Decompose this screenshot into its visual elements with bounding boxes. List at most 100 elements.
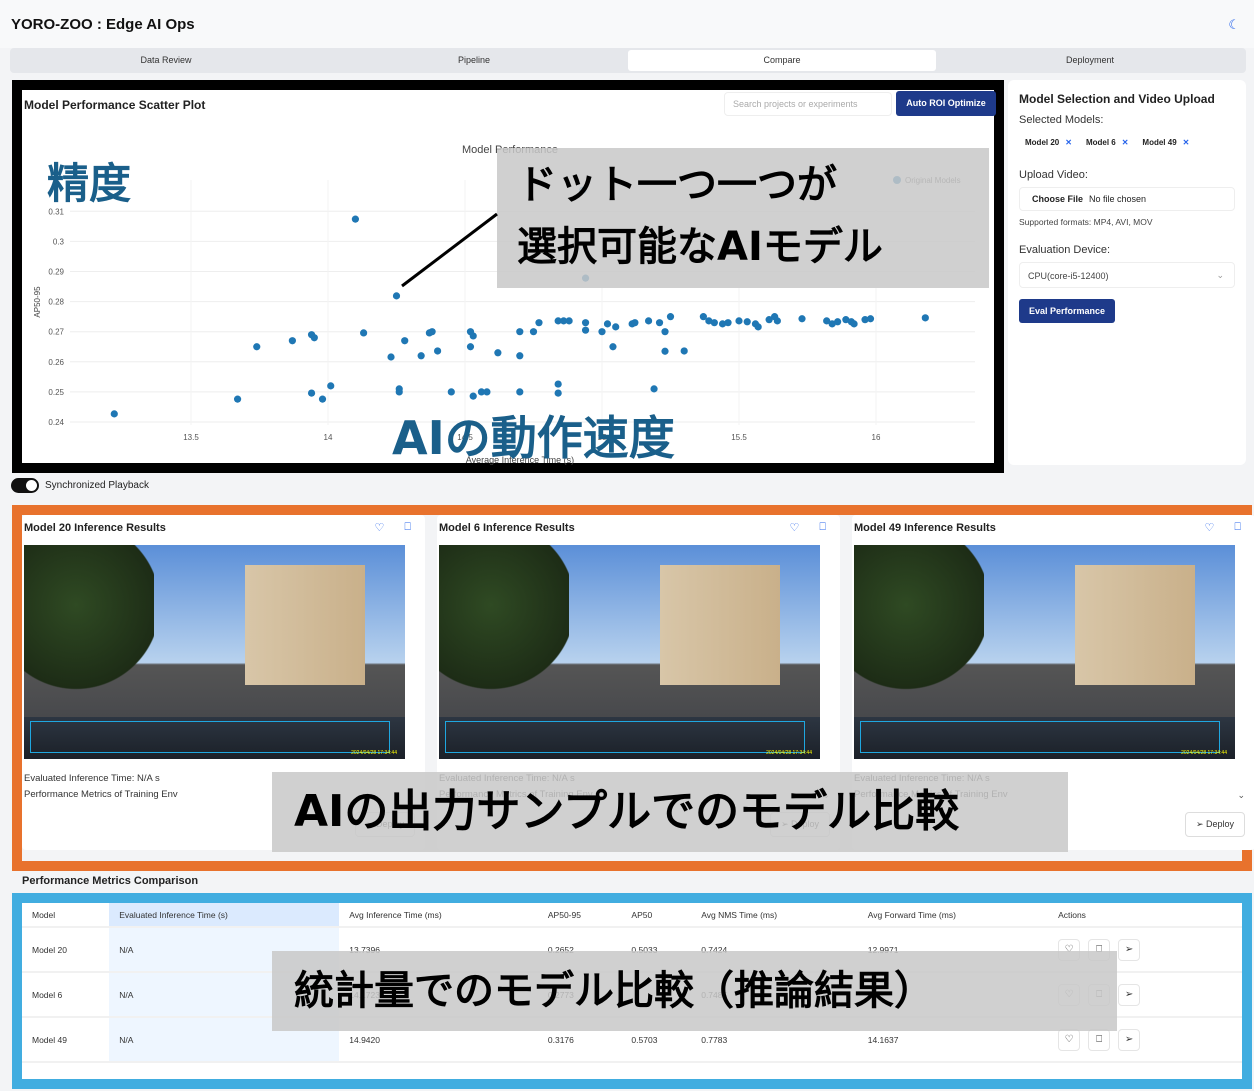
heart-icon[interactable]: ♡ bbox=[1058, 1028, 1081, 1051]
heart-icon[interactable]: ♡ bbox=[375, 521, 385, 534]
send-icon[interactable]: ➢ bbox=[1118, 1028, 1141, 1051]
model-point[interactable] bbox=[466, 343, 475, 351]
chevron-down-icon[interactable]: ⌄ bbox=[1237, 790, 1245, 801]
model-point[interactable] bbox=[516, 352, 524, 360]
chip-label: Model 6 bbox=[1085, 138, 1116, 147]
sync-toggle[interactable] bbox=[11, 478, 39, 493]
model-point[interactable] bbox=[710, 319, 718, 327]
model-point[interactable] bbox=[773, 317, 781, 325]
model-point[interactable] bbox=[288, 337, 296, 345]
video-file-input[interactable]: Choose File No file chosen bbox=[1019, 187, 1235, 211]
model-point[interactable] bbox=[310, 334, 318, 342]
send-icon[interactable]: ➢ bbox=[1118, 938, 1141, 961]
y-tick-label: 0.3 bbox=[53, 237, 65, 246]
model-point[interactable] bbox=[680, 347, 688, 355]
model-point[interactable] bbox=[417, 352, 425, 360]
model-point[interactable] bbox=[609, 343, 617, 351]
model-point[interactable] bbox=[631, 319, 639, 327]
model-point[interactable] bbox=[469, 392, 477, 400]
choose-file-button[interactable]: Choose File bbox=[1032, 194, 1083, 204]
deploy-button[interactable]: ➢ Deploy bbox=[1184, 812, 1245, 837]
annotation-accuracy: 精度 bbox=[47, 159, 132, 208]
model-point[interactable] bbox=[469, 332, 477, 340]
model-point[interactable] bbox=[834, 318, 842, 326]
scatter-panel: 0.24 0.25 0.26 0.27 0.28 0.29 0.3 0.31 13.5 14 14.… bbox=[12, 80, 1004, 473]
model-point[interactable] bbox=[434, 347, 442, 355]
model-point[interactable] bbox=[428, 328, 436, 336]
y-tick-label: 0.26 bbox=[48, 358, 64, 367]
model-point[interactable] bbox=[360, 329, 368, 337]
device-select[interactable]: CPU(core-i5-12400) ⌄ bbox=[1019, 262, 1235, 288]
model-point[interactable] bbox=[724, 319, 732, 327]
inference-video[interactable]: 2024/04/28 17:34:44 bbox=[854, 545, 1235, 759]
model-point[interactable] bbox=[318, 395, 327, 403]
model-point[interactable] bbox=[612, 323, 620, 331]
heart-icon[interactable]: ♡ bbox=[790, 521, 800, 534]
model-point[interactable] bbox=[535, 319, 543, 327]
model-point[interactable] bbox=[565, 317, 573, 325]
model-point[interactable] bbox=[921, 314, 929, 322]
detection-box bbox=[860, 721, 1220, 753]
model-point[interactable] bbox=[447, 388, 455, 396]
model-point[interactable] bbox=[798, 315, 806, 323]
model-point[interactable] bbox=[392, 292, 401, 300]
model-point[interactable] bbox=[644, 317, 653, 325]
send-icon[interactable]: ➢ bbox=[1118, 983, 1141, 1006]
heart-icon[interactable]: ♡ bbox=[1205, 521, 1215, 534]
model-point[interactable] bbox=[661, 347, 669, 355]
bookmark-icon[interactable]: ⎕ bbox=[1234, 521, 1241, 534]
model-point[interactable] bbox=[110, 410, 118, 418]
model-point[interactable] bbox=[650, 385, 658, 393]
model-point[interactable] bbox=[554, 380, 562, 388]
model-point[interactable] bbox=[327, 382, 335, 390]
model-point[interactable] bbox=[661, 328, 669, 336]
close-icon[interactable]: ✕ bbox=[1065, 138, 1072, 147]
annotation-speed: AIの動作速度 bbox=[392, 411, 675, 465]
model-point[interactable] bbox=[395, 388, 403, 396]
model-point[interactable] bbox=[603, 320, 612, 328]
model-point[interactable] bbox=[850, 320, 858, 328]
inference-video[interactable]: 2024/04/28 17:34:44 bbox=[439, 545, 820, 759]
model-point[interactable] bbox=[483, 388, 491, 396]
moon-icon[interactable]: ☾ bbox=[1228, 17, 1240, 33]
model-point[interactable] bbox=[735, 317, 743, 325]
model-point[interactable] bbox=[554, 389, 562, 397]
model-point[interactable] bbox=[516, 328, 524, 336]
y-tick-label: 0.29 bbox=[48, 268, 64, 277]
model-point[interactable] bbox=[598, 328, 606, 336]
table-cell: Model 49 bbox=[22, 1017, 110, 1063]
chip-label: Model 20 bbox=[1025, 138, 1060, 147]
close-icon[interactable]: ✕ bbox=[1122, 138, 1129, 147]
table-cell: Model 6 bbox=[22, 972, 110, 1018]
eval-performance-button[interactable]: Eval Performance bbox=[1019, 299, 1116, 323]
model-point[interactable] bbox=[666, 313, 675, 321]
sync-playback: Synchronized Playback bbox=[11, 478, 149, 493]
model-point[interactable] bbox=[743, 318, 751, 326]
model-point[interactable] bbox=[233, 395, 242, 403]
auto-roi-optimize-button[interactable]: Auto ROI Optimize bbox=[896, 91, 996, 116]
video-timestamp: 2024/04/28 17:34:44 bbox=[766, 750, 812, 756]
bookmark-icon[interactable]: ⎕ bbox=[404, 521, 411, 534]
model-point[interactable] bbox=[401, 337, 409, 345]
model-point[interactable] bbox=[655, 319, 664, 327]
model-point[interactable] bbox=[307, 389, 316, 397]
model-point[interactable] bbox=[581, 326, 590, 334]
model-point[interactable] bbox=[253, 343, 261, 351]
model-point[interactable] bbox=[866, 315, 875, 323]
model-point[interactable] bbox=[516, 388, 524, 396]
inference-video[interactable]: 2024/04/28 17:34:44 bbox=[24, 545, 405, 759]
model-point[interactable] bbox=[529, 328, 538, 336]
model-point[interactable] bbox=[387, 353, 395, 361]
model-chip: Model 6 ✕ bbox=[1086, 138, 1128, 147]
device-label: Evaluation Device: bbox=[1019, 244, 1111, 256]
model-point[interactable] bbox=[581, 319, 590, 327]
close-icon[interactable]: ✕ bbox=[1183, 138, 1190, 147]
model-point[interactable] bbox=[754, 323, 762, 331]
metrics-toggle[interactable]: Performance Metrics of Training Env bbox=[24, 789, 178, 800]
column-header: AP50 bbox=[621, 903, 692, 928]
model-point[interactable] bbox=[351, 215, 359, 223]
search-input[interactable]: Search projects or experiments bbox=[724, 92, 892, 116]
model-point[interactable] bbox=[494, 349, 502, 357]
bookmark-icon[interactable]: ⎕ bbox=[819, 521, 826, 534]
bookmark-icon[interactable]: ⎕ bbox=[1088, 1028, 1111, 1051]
